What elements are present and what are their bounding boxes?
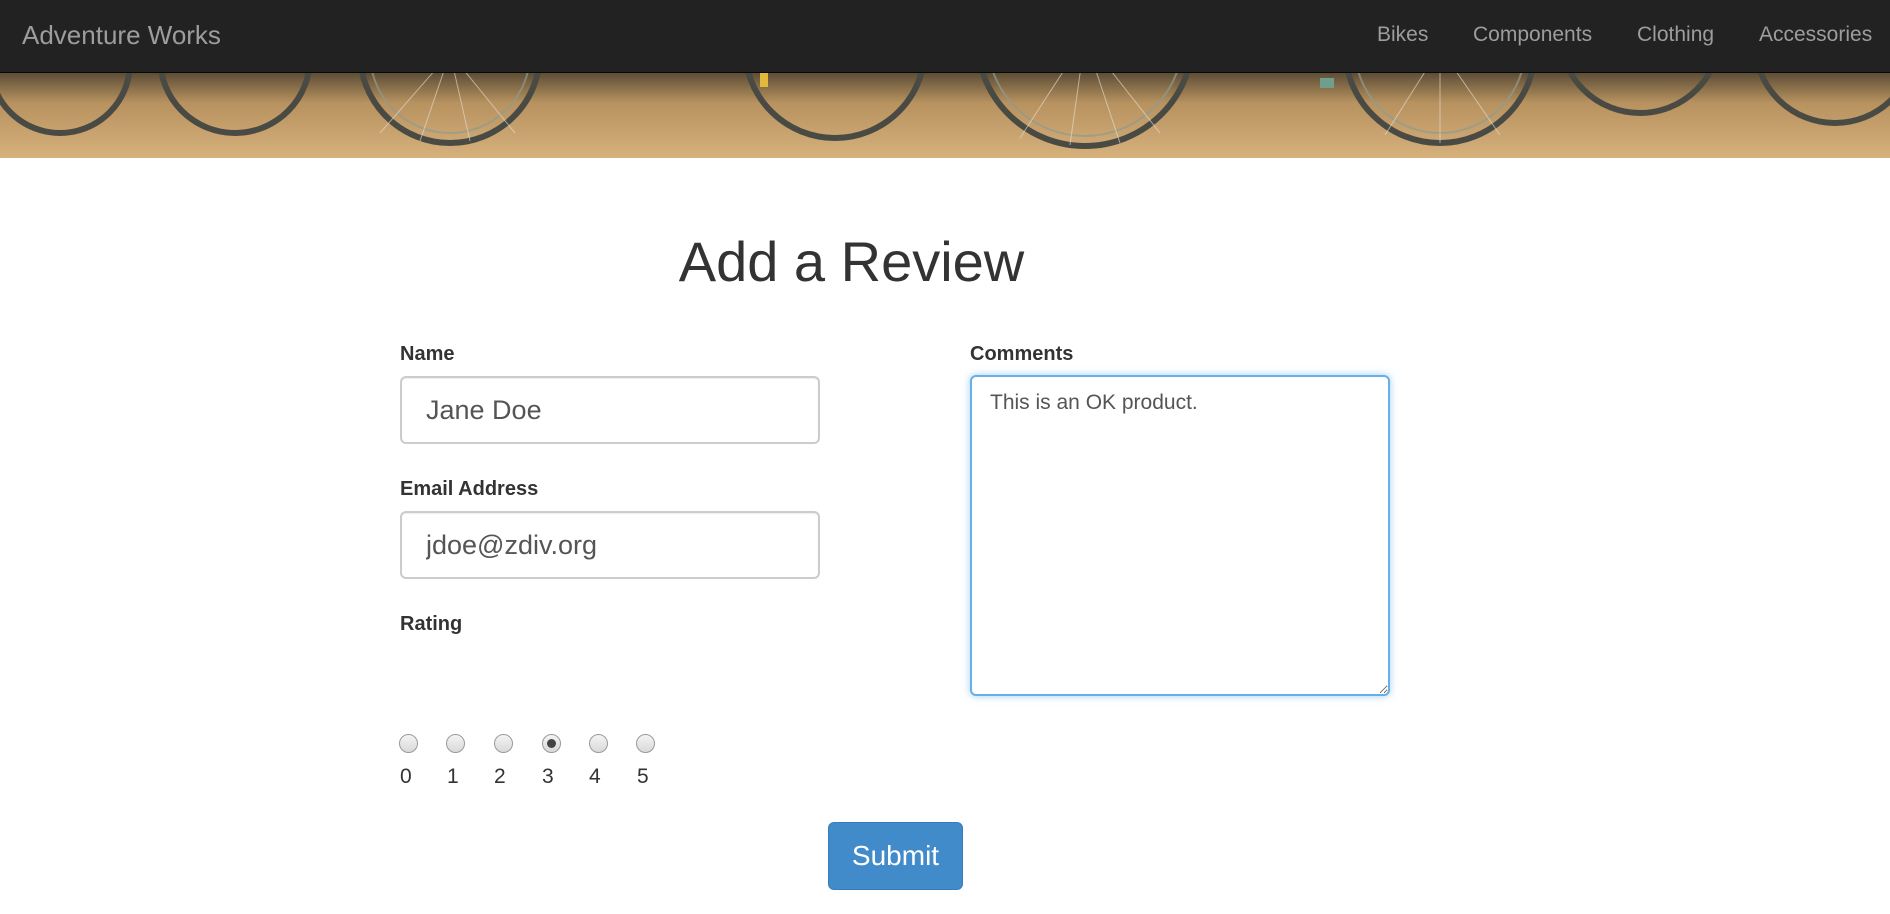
rating-radio-1[interactable]: [446, 734, 465, 753]
top-navbar: Adventure Works Bikes Components Clothin…: [0, 0, 1890, 73]
page-title: Add a Review: [678, 230, 1025, 293]
rating-label: Rating: [400, 613, 463, 635]
name-input[interactable]: [400, 376, 820, 444]
name-label: Name: [400, 343, 455, 365]
rating-option-label-4: 4: [589, 765, 601, 788]
email-label: Email Address: [400, 478, 539, 500]
submit-button[interactable]: Submit: [828, 822, 963, 890]
rating-option-label-1: 1: [447, 765, 459, 788]
rating-option-label-3: 3: [542, 765, 554, 788]
email-input[interactable]: [400, 511, 820, 579]
comments-label: Comments: [970, 343, 1074, 365]
rating-radio-3[interactable]: [542, 734, 561, 753]
nav-link-components[interactable]: Components: [1473, 23, 1592, 47]
comments-textarea[interactable]: This is an OK product.: [970, 375, 1390, 696]
rating-option-label-2: 2: [494, 765, 506, 788]
rating-radio-0[interactable]: [399, 734, 418, 753]
rating-radio-5[interactable]: [636, 734, 655, 753]
nav-link-accessories[interactable]: Accessories: [1759, 23, 1872, 47]
rating-option-label-0: 0: [400, 765, 412, 788]
rating-radio-2[interactable]: [494, 734, 513, 753]
nav-link-bikes[interactable]: Bikes: [1377, 23, 1428, 47]
hero-banner-image: [0, 73, 1890, 158]
bike-wheels-illustration: [0, 73, 1890, 158]
rating-option-label-5: 5: [637, 765, 649, 788]
brand-link[interactable]: Adventure Works: [22, 20, 221, 51]
nav-link-clothing[interactable]: Clothing: [1637, 23, 1714, 47]
rating-radio-4[interactable]: [589, 734, 608, 753]
